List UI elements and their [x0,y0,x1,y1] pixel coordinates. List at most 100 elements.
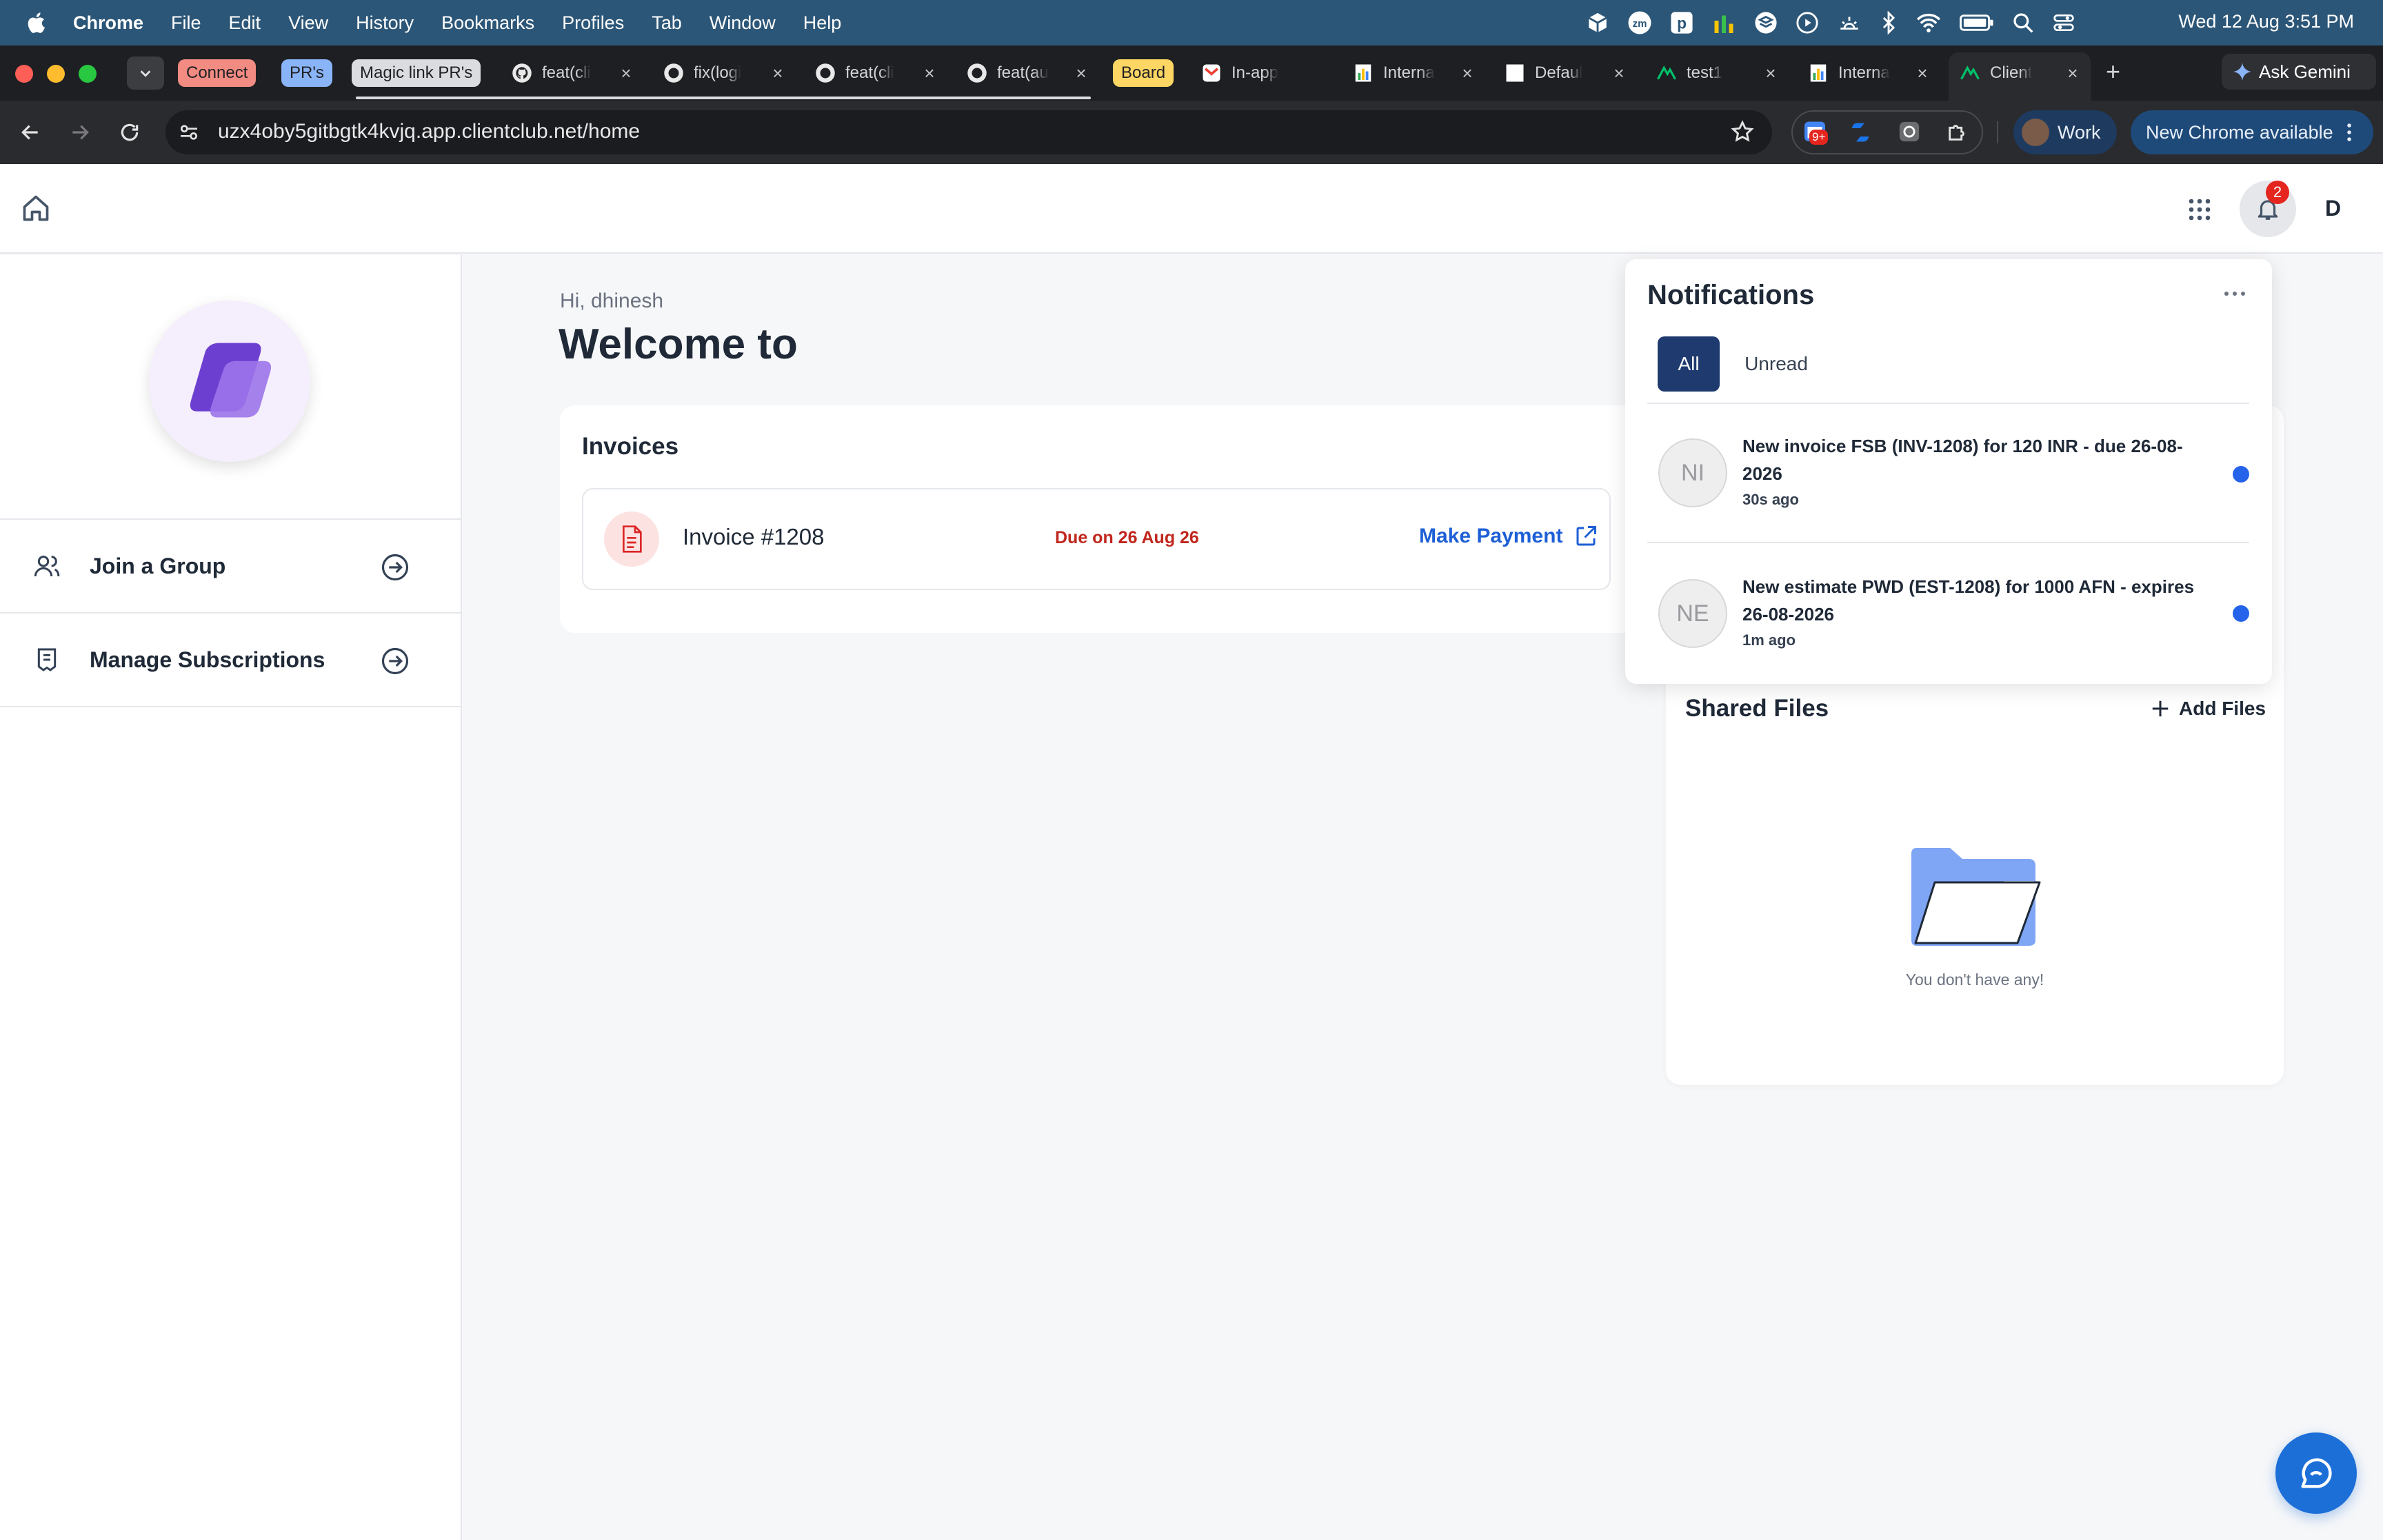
tab-close-icon[interactable]: × [1072,63,1091,83]
notification-line1: New invoice FSB (INV-1208) for 120 INR -… [1742,436,2183,456]
org-logo [149,301,310,462]
notification-avatar: NE [1658,579,1727,648]
tab-test1[interactable]: test1 × [1656,45,1780,101]
tab-client-active[interactable]: Client × [1960,45,2082,101]
tab-unread[interactable]: Unread [1738,336,1814,392]
tab-feat-cli-2[interactable]: feat(cli × [815,45,939,101]
menu-bookmarks[interactable]: Bookmarks [441,12,534,34]
zoom-icon[interactable]: zm [1627,10,1652,35]
update-chrome-button[interactable]: New Chrome available [2131,110,2373,154]
tab-title: Interna [1838,63,1890,82]
status-icons: zm p [1586,8,2075,37]
window-close-button[interactable] [15,65,33,83]
tab-all[interactable]: All [1658,336,1720,392]
tab-close-icon[interactable]: × [1609,63,1629,83]
menu-profiles[interactable]: Profiles [562,12,624,34]
play-icon[interactable] [1796,11,1819,34]
tab-group-prs[interactable]: PR's [281,59,332,87]
apple-icon[interactable] [26,12,46,34]
control-center-icon[interactable] [2052,12,2075,34]
tab-in-app[interactable]: In-app [1201,45,1324,101]
chat-support-button[interactable] [2275,1432,2357,1514]
chevron-down-icon [140,70,151,77]
menu-view[interactable]: View [288,12,328,34]
tab-group-magic-link-prs[interactable]: Magic link PR's [352,59,481,87]
bookmark-star-icon[interactable] [1731,120,1754,143]
forward-arrow-icon[interactable] [69,121,91,143]
invoice-row[interactable]: Invoice #1208 Due on 26 Aug 26 Make Paym… [582,488,1611,590]
invoice-icon-wrap [604,511,659,567]
sidebar-item-manage-subscriptions[interactable]: Manage Subscriptions [0,614,461,707]
tab-search-button[interactable] [127,57,164,90]
notification-item[interactable]: NI New invoice FSB (INV-1208) for 120 IN… [1647,404,2249,543]
sheets-icon [1355,64,1371,82]
window-maximize-button[interactable] [79,65,97,83]
tab-close-icon[interactable]: × [920,63,939,83]
profile-button[interactable]: Work [2013,110,2117,154]
notification-item[interactable]: NE New estimate PWD (EST-1208) for 1000 … [1647,543,2249,682]
tab-title: Interna [1383,63,1435,82]
battery-icon[interactable] [1960,11,1994,34]
cube-icon[interactable] [1586,11,1609,34]
tab-fix-logi[interactable]: fix(logi × [663,45,787,101]
sidebar-item-join-group[interactable]: Join a Group [0,520,461,614]
menu-file[interactable]: File [171,12,201,34]
tab-title: In-app [1231,63,1279,82]
arrow-circle-right-icon[interactable] [381,553,410,582]
tab-group-connect[interactable]: Connect [178,59,257,87]
sheets-icon [1810,64,1827,82]
ask-gemini-button[interactable]: Ask Gemini [2222,54,2376,90]
clientclub-icon [1960,65,1980,80]
stack-icon[interactable] [1754,11,1778,34]
wifi-icon[interactable] [1916,11,1942,34]
p-app-icon[interactable]: p [1670,11,1693,34]
tab-defaul[interactable]: Defaul × [1505,45,1629,101]
back-arrow-icon[interactable] [19,121,41,143]
extension-calendar[interactable]: 9+ [1802,119,1829,145]
more-horizontal-icon[interactable] [2222,290,2247,298]
tab-close-icon[interactable]: × [1458,63,1477,83]
reload-icon[interactable] [119,121,141,143]
tab-close-icon[interactable]: × [2063,63,2082,83]
new-tab-button[interactable]: + [2106,58,2120,85]
site-settings-icon[interactable] [178,121,200,143]
stats-icon[interactable] [1711,10,1736,35]
tab-feat-au[interactable]: feat(au × [967,45,1091,101]
user-avatar[interactable]: D [2325,196,2341,221]
sunrise-icon[interactable] [1837,11,1862,34]
tab-close-icon[interactable]: × [768,63,787,83]
notifications-button[interactable]: 2 [2240,181,2296,237]
window-minimize-button[interactable] [47,65,65,83]
menubar-clock[interactable]: Wed 12 Aug 3:51 PM [2178,11,2354,32]
menu-edit[interactable]: Edit [229,12,261,34]
sidebar-item-label: Join a Group [90,553,226,578]
add-files-button[interactable]: Add Files [2150,698,2266,720]
users-icon [34,556,60,577]
tab-interna-2[interactable]: Interna × [1808,45,1932,101]
spotlight-search-icon[interactable] [2012,12,2034,34]
make-payment-label: Make Payment [1419,525,1563,547]
arrow-circle-right-icon[interactable] [381,647,410,676]
tab-close-icon[interactable]: × [1761,63,1780,83]
menu-help[interactable]: Help [803,12,842,34]
tab-interna-1[interactable]: Interna × [1353,45,1477,101]
url-text[interactable]: uzx4oby5gitbgtk4kvjq.app.clientclub.net/… [218,120,640,143]
extensions-puzzle-icon[interactable] [1946,120,1969,143]
bluetooth-icon[interactable] [1880,11,1898,34]
menu-window[interactable]: Window [710,12,776,34]
home-icon[interactable] [21,193,51,223]
tab-title: feat(au [997,63,1049,82]
menu-history[interactable]: History [356,12,414,34]
menu-tab[interactable]: Tab [652,12,682,34]
menu-app-name[interactable]: Chrome [73,12,143,34]
svg-text:p: p [1677,14,1687,32]
make-payment-link[interactable]: Make Payment [1419,524,1598,549]
sidebar: Join a Group Manage Subscriptions [0,255,462,1540]
apps-grid-icon[interactable] [2187,197,2212,222]
tab-group-board[interactable]: Board [1113,59,1174,87]
tab-close-icon[interactable]: × [616,63,636,83]
tab-feat-cli-1[interactable]: feat(cli × [512,45,636,101]
tab-close-icon[interactable]: × [1913,63,1932,83]
extension-gear-icon[interactable] [1898,120,1921,143]
extension-blue-icon[interactable] [1848,120,1873,145]
